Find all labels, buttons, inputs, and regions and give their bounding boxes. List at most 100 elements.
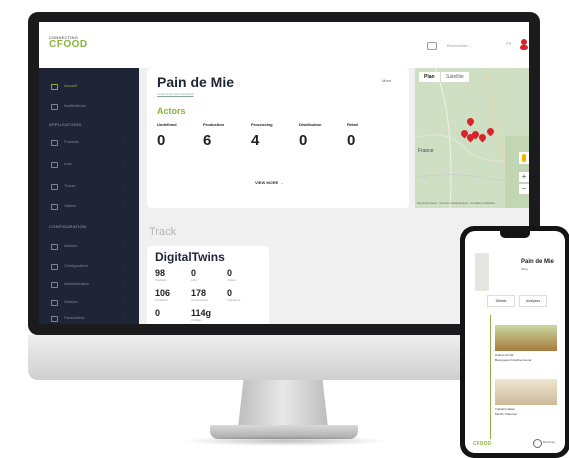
bell-icon — [51, 104, 58, 110]
product-card: Pain de Mie Connecting Food traçabilité … — [147, 68, 409, 208]
stat-item: 114g CO2/an — [191, 308, 251, 322]
zoom-out-button[interactable]: − — [519, 184, 529, 194]
product-subtitle-link[interactable]: Connecting Food traçabilité — [157, 92, 194, 96]
sidebar-item-label: Paramètres — [64, 315, 85, 320]
phone-screen: Pain de Mie 500g Détails Analyses Cultur… — [465, 231, 565, 453]
stat-item: 178 Composants — [191, 288, 221, 302]
phone-footer-text: Blockchain — [543, 441, 556, 444]
sidebar-item-actors[interactable]: Acteurs › — [39, 236, 139, 256]
map-tab-plan[interactable]: Plan — [419, 72, 440, 82]
zoom-in-button[interactable]: + — [519, 172, 529, 182]
map-card: Plan Satellite France + − Raccourcis cla… — [415, 68, 529, 208]
flour-image[interactable] — [495, 379, 557, 405]
chevron-right-icon: › — [124, 161, 126, 166]
chevron-right-icon: › — [124, 281, 126, 286]
sidebar-item-home[interactable]: Accueil — [39, 76, 139, 96]
actor-stat-label: Undefined — [157, 122, 177, 127]
details-button[interactable]: Détails — [487, 295, 515, 307]
app-logo[interactable]: CONNECTING CFOOD — [49, 35, 89, 50]
stat-value: 114g — [191, 308, 212, 318]
phone-footer-logo: CFOOD — [473, 441, 492, 447]
sidebar-item-label: Notifications — [64, 103, 86, 108]
stat-value: 98 — [155, 268, 166, 278]
stat-label: Lots — [191, 278, 197, 282]
sidebar-item-settings[interactable]: Paramètres › — [39, 308, 139, 324]
sidebar-item-lots[interactable]: Lots › — [39, 154, 139, 174]
search-input[interactable]: Rechercher... — [447, 41, 497, 51]
chevron-right-icon: › — [124, 263, 126, 268]
topbar: CONNECTING CFOOD Rechercher... FR — [39, 22, 529, 68]
actor-stat-production: Production 6 — [203, 122, 253, 149]
actor-stat-distribution: Distribution 0 — [299, 122, 349, 149]
actor-stat-value: 0 — [299, 132, 308, 149]
sidebar-item-configuration[interactable]: Configuration › — [39, 256, 139, 276]
street-view-icon[interactable] — [519, 152, 529, 164]
stat-label: Produits — [155, 278, 167, 282]
monitor-shadow — [180, 436, 390, 446]
language-selector[interactable]: FR — [506, 41, 511, 46]
box-icon — [51, 140, 58, 146]
stat-value: 0 — [227, 288, 233, 298]
actor-stat-value: 0 — [347, 132, 356, 149]
sidebar-item-label: Produits — [64, 139, 79, 144]
map-view[interactable]: Plan Satellite France + − Raccourcis cla… — [415, 68, 529, 208]
chat-icon[interactable] — [427, 42, 437, 50]
stat-value: 106 — [155, 288, 171, 298]
stat-value: 0 — [155, 308, 161, 318]
stat-label: Visites — [227, 278, 236, 282]
phone-notch — [500, 231, 530, 238]
product-image — [475, 253, 489, 291]
stat-label: Transferts — [227, 298, 241, 302]
chevron-right-icon: › — [124, 139, 126, 144]
sidebar-item-notifications[interactable]: Notifications — [39, 96, 139, 116]
chevron-right-icon: › — [124, 183, 126, 188]
map-tab-satellite[interactable]: Satellite — [441, 72, 469, 82]
stat-item: 106 Créations — [155, 288, 185, 302]
stat-item: 0 Visites — [227, 268, 257, 282]
actor-stat-undefined: Undefined 0 — [157, 122, 207, 149]
sidebar-item-trace[interactable]: Tracer › — [39, 176, 139, 196]
avatar[interactable] — [519, 38, 529, 50]
digitaltwins-title: DigitalTwins — [155, 250, 225, 264]
actor-stat-value: 0 — [157, 132, 166, 149]
product-title: Pain de Mie — [157, 74, 235, 90]
timeline-line — [490, 315, 491, 439]
stat-value: 0 — [227, 268, 233, 278]
sidebar-item-label: Visites — [64, 203, 76, 208]
sidebar: Accueil Notifications APPLICATIONS Produ… — [39, 68, 139, 324]
stat-item: 0 Transferts — [227, 288, 257, 302]
sidebar-item-label: Accueil — [64, 83, 77, 88]
stat-label: CO2/an — [191, 318, 202, 322]
sidebar-item-label: Tracer — [64, 183, 76, 188]
sidebar-item-label: Lots — [64, 161, 72, 166]
step-caption: Transformation — [495, 407, 516, 411]
sidebar-item-administration[interactable]: Administration › — [39, 274, 139, 294]
view-more-button[interactable]: VIEW MORE → — [255, 180, 283, 185]
sidebar-item-visits[interactable]: Visites › — [39, 196, 139, 216]
more-button[interactable]: More — [382, 78, 391, 83]
phone-product-title: Pain de Mie — [521, 259, 555, 265]
link-icon — [51, 162, 58, 168]
actor-stat-label: Retail — [347, 122, 358, 127]
blockchain-icon — [533, 439, 542, 448]
search-icon — [51, 204, 58, 210]
chevron-right-icon: › — [124, 315, 126, 320]
stat-item: 0 — [155, 308, 185, 318]
track-heading: Track — [149, 226, 177, 238]
route-icon — [51, 184, 58, 190]
step-subcaption: Moulin Chaumet — [495, 412, 517, 416]
sidebar-item-products[interactable]: Produits › — [39, 132, 139, 152]
app-screen: CONNECTING CFOOD Rechercher... FR Accuei… — [39, 22, 529, 324]
actors-heading: Actors — [157, 106, 186, 116]
map-attribution: Raccourcis clavier · Données cartographi… — [417, 202, 496, 205]
analyses-button[interactable]: Analyses — [519, 295, 547, 307]
map-country-label: France — [418, 148, 434, 154]
logo-main-text: CFOOD — [49, 39, 88, 50]
stat-value: 0 — [191, 268, 197, 278]
field-image[interactable] — [495, 325, 557, 351]
monitor-stand-neck — [238, 380, 328, 428]
actor-stat-processing: Processing 4 — [251, 122, 301, 149]
sidebar-section-configuration: CONFIGURATION — [49, 224, 87, 229]
actor-stat-retail: Retail 0 — [347, 122, 397, 149]
home-icon — [51, 84, 58, 90]
